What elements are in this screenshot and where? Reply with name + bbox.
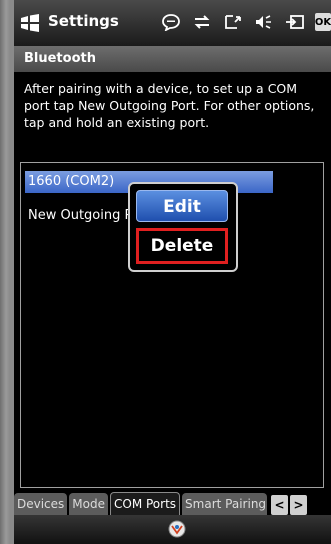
ok-button[interactable]: OK — [315, 13, 331, 31]
tab-scroll-right-button[interactable]: > — [290, 495, 308, 515]
status-icons: OK — [160, 11, 331, 33]
tab-scroll-left-button[interactable]: < — [271, 495, 289, 515]
screen: Settings OK Bluetooth After pairing with… — [14, 0, 331, 544]
speaker-icon[interactable] — [253, 12, 275, 32]
tab-com-ports[interactable]: COM Ports — [110, 492, 181, 515]
bottom-bar — [14, 515, 331, 544]
chat-icon[interactable] — [160, 12, 182, 32]
windows-logo-icon[interactable] — [20, 14, 40, 32]
keyboard-icon[interactable] — [167, 520, 187, 538]
tab-smart-pairing[interactable]: Smart Pairing — [182, 493, 268, 515]
delete-button[interactable]: Delete — [136, 228, 228, 264]
tab-mode[interactable]: Mode — [69, 493, 108, 515]
section-header: Bluetooth — [14, 46, 331, 72]
device-frame: Settings OK Bluetooth After pairing with… — [0, 0, 331, 544]
battery-icon[interactable] — [284, 12, 306, 32]
tab-devices[interactable]: Devices — [14, 493, 68, 515]
sync-icon[interactable] — [191, 12, 213, 32]
context-menu: Edit Delete — [128, 182, 238, 272]
edit-button[interactable]: Edit — [136, 190, 228, 222]
app-title: Settings — [48, 12, 119, 30]
title-bar: Settings OK — [14, 0, 331, 46]
list-item[interactable]: New Outgoing Port — [25, 205, 143, 227]
signal-icon[interactable] — [222, 12, 244, 32]
tab-bar: Devices Mode COM Ports Smart Pairing < > — [14, 491, 331, 515]
instructions-text: After pairing with a device, to set up a… — [24, 81, 315, 130]
